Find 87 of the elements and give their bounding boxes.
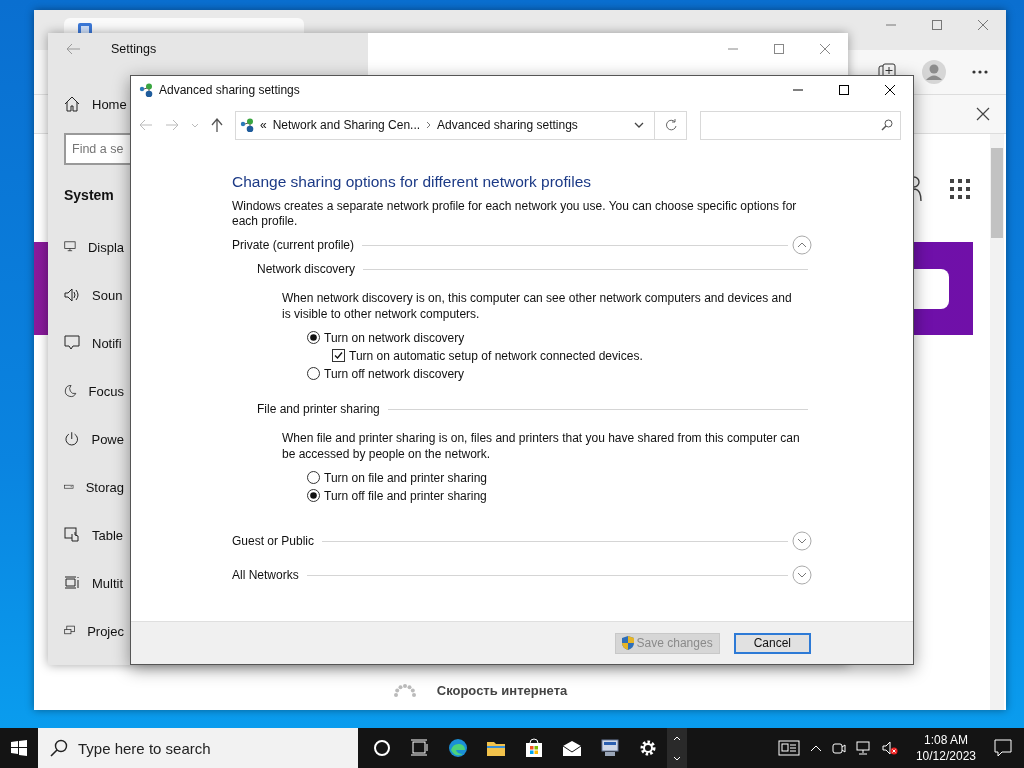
search-field[interactable]: Find a se [64,133,130,165]
nav-item[interactable]: Soun [48,271,130,319]
radio-button[interactable] [307,489,320,502]
cortana-icon [372,738,392,758]
window-title: Settings [111,42,157,56]
checkbox[interactable] [332,349,345,362]
nav-item[interactable]: Powe [48,415,130,463]
shield-icon [621,636,634,650]
nav-item[interactable]: Focus [48,367,130,415]
spinner-icon [392,682,417,698]
option-label[interactable]: Turn on file and printer sharing [324,470,487,485]
close-icon [884,85,896,95]
browser-tab[interactable] [64,18,304,33]
maximize-icon [931,20,943,30]
radio-button[interactable] [307,367,320,380]
taskbar-search-field[interactable]: Type here to search [38,728,358,768]
nav-item[interactable]: Projec [48,607,130,655]
window-title: Advanced sharing settings [159,83,300,97]
maximize-icon [773,44,785,54]
refresh-button[interactable] [655,110,687,140]
nav-item[interactable]: Table [48,511,130,559]
home-icon[interactable] [64,96,80,112]
nav-item[interactable]: Multit [48,559,130,607]
option-label[interactable]: Turn on network discovery [324,330,465,345]
gear-icon [638,738,658,758]
section-title[interactable]: Private (current profile) [232,238,355,252]
breadcrumb-item[interactable]: Advanced sharing settings [437,118,578,132]
notification-icon[interactable] [994,739,1012,757]
intro-text: Windows creates a separate network profile for each network you use. You can choose specific options for each profile. [232,199,798,229]
home-link[interactable]: Home [92,96,127,112]
network-icon [139,83,153,97]
windows-icon [11,740,27,756]
task-view-icon [410,738,430,758]
search-icon [881,118,893,131]
store-icon [524,738,544,758]
nav-item[interactable]: Storag [48,463,130,511]
chevron-up-icon[interactable] [809,744,822,752]
scrollbar[interactable] [990,134,1004,710]
dialog-button[interactable]: Cancel [733,632,811,654]
speaker-muted-icon[interactable] [881,741,898,755]
apps-grid-icon[interactable] [950,179,970,199]
nav-item[interactable]: Displa [48,223,130,271]
nav-icon [64,527,80,543]
up-arrow-icon[interactable] [211,118,223,132]
chevron-down-icon[interactable] [634,122,644,128]
clock-time[interactable]: 1:08 AM [923,732,968,748]
overflow-chevron[interactable]: « [260,118,267,132]
nav-icon [64,287,80,303]
nav-icon [64,575,80,591]
speed-label: Скорость интернета [436,682,568,698]
close-icon [977,20,989,30]
chevron-right-icon [426,121,432,129]
maximize-icon [838,85,850,95]
group-title: Network discovery [257,262,356,276]
address-bar[interactable]: « Network and Sharing Cen... Advanced sharing settings [235,110,655,140]
nav-icon [64,431,80,447]
nav-icon [64,383,77,399]
radio-button[interactable] [307,471,320,484]
avatar-icon[interactable] [922,60,946,84]
clock-date[interactable]: 10/12/2023 [915,748,976,764]
close-icon [819,44,831,54]
section-title[interactable]: Guest or Public [232,534,315,548]
network-icon[interactable] [855,741,872,755]
option-label[interactable]: Turn off network discovery [324,366,465,381]
camera-icon[interactable] [831,741,846,755]
monitor-icon [600,738,620,758]
edge-icon [448,738,468,758]
description-text: When file and printer sharing is on, files and printers that you have shared from this computer can be accessed by people on the network. [281,430,801,462]
description-text: When network discovery is on, this computer can see other network computers and devices and is visible to other network computers. [281,290,793,322]
nav-icon [64,335,80,351]
refresh-icon [664,119,677,131]
breadcrumb-item[interactable]: Network and Sharing Cen... [272,118,421,132]
news-icon[interactable] [777,740,800,756]
nav-item[interactable]: Notifi [48,319,130,367]
page-heading: Change sharing options for different network profiles [232,173,592,191]
option-label[interactable]: Turn off file and printer sharing [324,488,487,503]
section-title[interactable]: All Networks [232,568,299,582]
network-icon [240,118,254,132]
chevron-up-icon[interactable] [673,735,681,741]
search-icon [50,739,68,757]
section-heading: System [64,187,114,203]
more-icon[interactable] [972,70,988,74]
radio-button[interactable] [307,331,320,344]
group-title: File and printer sharing [257,402,380,416]
option-label[interactable]: Turn on automatic setup of network connected devices. [349,348,643,363]
close-icon[interactable] [976,107,990,121]
mail-icon [562,738,582,758]
